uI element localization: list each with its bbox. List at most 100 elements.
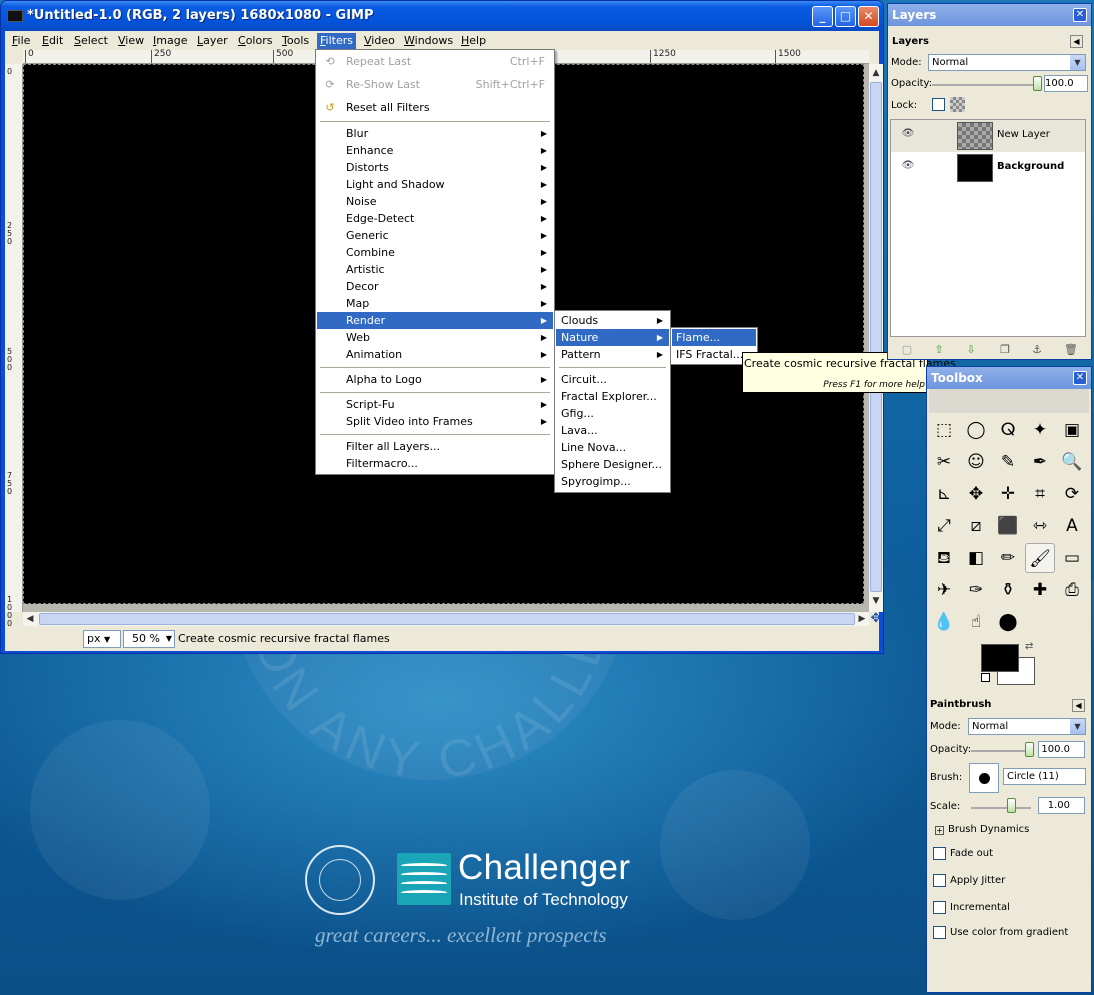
menu-item-clouds[interactable]: Clouds ▶ bbox=[556, 312, 669, 329]
paint-mode-select[interactable]: Normal ▼ bbox=[968, 718, 1086, 735]
measure-tool-icon[interactable]: ⊾ bbox=[929, 479, 959, 509]
lower-layer-icon[interactable]: ⇩ bbox=[962, 342, 980, 358]
layers-dock-title[interactable]: Layers bbox=[888, 4, 1091, 26]
eye-icon[interactable]: 👁 bbox=[901, 161, 915, 171]
menu-item-combine[interactable]: Combine ▶ bbox=[317, 244, 553, 261]
menu-edit[interactable]: Edit bbox=[39, 33, 66, 49]
vertical-scroll-thumb[interactable] bbox=[870, 82, 882, 592]
menu-item-generic[interactable]: Generic ▶ bbox=[317, 227, 553, 244]
align-tool-icon[interactable]: ✛ bbox=[993, 479, 1023, 509]
zoom-tool-icon[interactable]: 🔍 bbox=[1057, 447, 1087, 477]
tab-menu-icon[interactable]: ◀ bbox=[1072, 699, 1085, 712]
toolbox-close-button[interactable]: ✕ bbox=[1073, 371, 1087, 385]
airbrush-tool-icon[interactable]: ✈ bbox=[929, 575, 959, 605]
menu-image[interactable]: Image bbox=[150, 33, 190, 49]
swap-colors-icon[interactable]: ⇄ bbox=[1025, 641, 1033, 652]
duplicate-layer-icon[interactable]: ❐ bbox=[996, 342, 1014, 358]
menu-layer[interactable]: Layer bbox=[194, 33, 231, 49]
wilber-drop-area[interactable] bbox=[929, 389, 1089, 413]
menu-item-gfig[interactable]: Gfig... bbox=[556, 405, 669, 422]
foreground-color[interactable] bbox=[981, 644, 1019, 672]
title-bar[interactable]: *Untitled-1.0 (RGB, 2 layers) 1680x1080 … bbox=[1, 1, 883, 31]
color-picker-tool-icon[interactable]: ✒ bbox=[1025, 447, 1055, 477]
menu-item-animation[interactable]: Animation ▶ bbox=[317, 346, 553, 363]
heal-tool-icon[interactable]: ✚ bbox=[1025, 575, 1055, 605]
scissors-tool-icon[interactable]: ✂ bbox=[929, 447, 959, 477]
smudge-tool-icon[interactable]: ☝ bbox=[961, 607, 991, 637]
layer-row-new-layer[interactable]: 👁 New Layer bbox=[891, 120, 1085, 152]
scroll-left-icon[interactable]: ◀ bbox=[23, 612, 37, 626]
paint-opacity-track[interactable] bbox=[971, 750, 1031, 752]
scroll-up-icon[interactable]: ▲ bbox=[869, 66, 883, 80]
menu-item-flame[interactable]: Flame... bbox=[672, 329, 756, 346]
free-select-tool-icon[interactable]: ⵕ bbox=[993, 415, 1023, 445]
bucket-fill-tool-icon[interactable]: ⛾ bbox=[929, 543, 959, 573]
incremental-checkbox[interactable] bbox=[933, 901, 946, 914]
blur-sharpen-tool-icon[interactable]: 💧 bbox=[929, 607, 959, 637]
menu-item-noise[interactable]: Noise ▶ bbox=[317, 193, 553, 210]
dodge-burn-tool-icon[interactable]: ⬤ bbox=[993, 607, 1023, 637]
menu-video[interactable]: Video bbox=[361, 33, 398, 49]
crop-tool-icon[interactable]: ⌗ bbox=[1025, 479, 1055, 509]
menu-windows[interactable]: Windows bbox=[401, 33, 456, 49]
lock-pixels-checkbox[interactable] bbox=[932, 98, 945, 111]
menu-item-render[interactable]: Render ▶ bbox=[317, 312, 553, 329]
horizontal-scroll-thumb[interactable] bbox=[39, 613, 855, 625]
layer-mode-select[interactable]: Normal ▼ bbox=[928, 54, 1086, 71]
menu-item-split-video[interactable]: Split Video into Frames ▶ bbox=[317, 413, 553, 430]
scale-slider[interactable] bbox=[1007, 798, 1016, 813]
foreground-select-tool-icon[interactable]: ☺ bbox=[961, 447, 991, 477]
menu-item-sphere-designer[interactable]: Sphere Designer... bbox=[556, 456, 669, 473]
menu-item-edge-detect[interactable]: Edge-Detect ▶ bbox=[317, 210, 553, 227]
menu-view[interactable]: View bbox=[115, 33, 147, 49]
menu-item-artistic[interactable]: Artistic ▶ bbox=[317, 261, 553, 278]
blend-tool-icon[interactable]: ◧ bbox=[961, 543, 991, 573]
eraser-tool-icon[interactable]: ▭ bbox=[1057, 543, 1087, 573]
tab-menu-icon[interactable]: ◀ bbox=[1070, 35, 1083, 48]
rect-select-tool-icon[interactable]: ⬚ bbox=[929, 415, 959, 445]
layer-opacity-track[interactable] bbox=[932, 84, 1037, 86]
perspective-clone-tool-icon[interactable]: ⎙ bbox=[1057, 575, 1087, 605]
layer-opacity-spin[interactable]: 100.0 bbox=[1044, 75, 1088, 92]
brush-dynamics-expander[interactable]: Brush Dynamics bbox=[948, 824, 1029, 835]
apply-jitter-checkbox[interactable] bbox=[933, 874, 946, 887]
menu-item-fractal-explorer[interactable]: Fractal Explorer... bbox=[556, 388, 669, 405]
anchor-layer-icon[interactable]: ⚓ bbox=[1028, 342, 1046, 358]
ruler-corner[interactable] bbox=[5, 50, 23, 64]
menu-item-circuit[interactable]: Circuit... bbox=[556, 371, 669, 388]
rotate-tool-icon[interactable]: ⟳ bbox=[1057, 479, 1087, 509]
zoom-selector[interactable]: 50 % ▼ bbox=[123, 630, 175, 648]
menu-item-filtermacro[interactable]: Filtermacro... bbox=[317, 455, 553, 472]
menu-item-reshow-last[interactable]: ⟳ Re-Show Last Shift+Ctrl+F bbox=[317, 76, 553, 93]
paint-opacity-spin[interactable]: 100.0 bbox=[1038, 741, 1085, 758]
raise-layer-icon[interactable]: ⇧ bbox=[930, 342, 948, 358]
clone-tool-icon[interactable]: ⚱ bbox=[993, 575, 1023, 605]
menu-filters[interactable]: Filters bbox=[317, 33, 356, 49]
layer-opacity-slider[interactable] bbox=[1033, 76, 1042, 91]
text-tool-icon[interactable]: A bbox=[1057, 511, 1087, 541]
scale-spin[interactable]: 1.00 bbox=[1038, 797, 1085, 814]
menu-colors[interactable]: Colors bbox=[235, 33, 275, 49]
maximize-button[interactable]: □ bbox=[835, 6, 856, 27]
menu-item-map[interactable]: Map ▶ bbox=[317, 295, 553, 312]
new-layer-icon[interactable]: ▢ bbox=[898, 342, 916, 358]
move-tool-icon[interactable]: ✥ bbox=[961, 479, 991, 509]
horizontal-scrollbar[interactable]: ◀ ▶ bbox=[23, 612, 869, 626]
paths-tool-icon[interactable]: ✎ bbox=[993, 447, 1023, 477]
flip-tool-icon[interactable]: ⇿ bbox=[1025, 511, 1055, 541]
paintbrush-tool-icon[interactable]: 🖌 bbox=[1025, 543, 1055, 573]
delete-layer-icon[interactable]: 🗑 bbox=[1062, 342, 1080, 358]
unit-selector[interactable]: px ▼ bbox=[83, 630, 121, 648]
menu-item-pattern[interactable]: Pattern ▶ bbox=[556, 346, 669, 363]
menu-item-spyrogimp[interactable]: Spyrogimp... bbox=[556, 473, 669, 490]
menu-select[interactable]: Select bbox=[71, 33, 111, 49]
scale-tool-icon[interactable]: ⤢ bbox=[929, 511, 959, 541]
brush-name-field[interactable]: Circle (11) bbox=[1003, 768, 1086, 785]
menu-item-script-fu[interactable]: Script-Fu ▶ bbox=[317, 396, 553, 413]
brush-preview[interactable] bbox=[969, 763, 999, 793]
vertical-ruler[interactable]: 0 250 500 750 1000 bbox=[5, 64, 23, 628]
lock-alpha-icon[interactable] bbox=[950, 97, 965, 112]
fuzzy-select-tool-icon[interactable]: ✦ bbox=[1025, 415, 1055, 445]
menu-item-repeat-last[interactable]: ⟲ Repeat Last Ctrl+F bbox=[317, 53, 553, 70]
shear-tool-icon[interactable]: ⧄ bbox=[961, 511, 991, 541]
